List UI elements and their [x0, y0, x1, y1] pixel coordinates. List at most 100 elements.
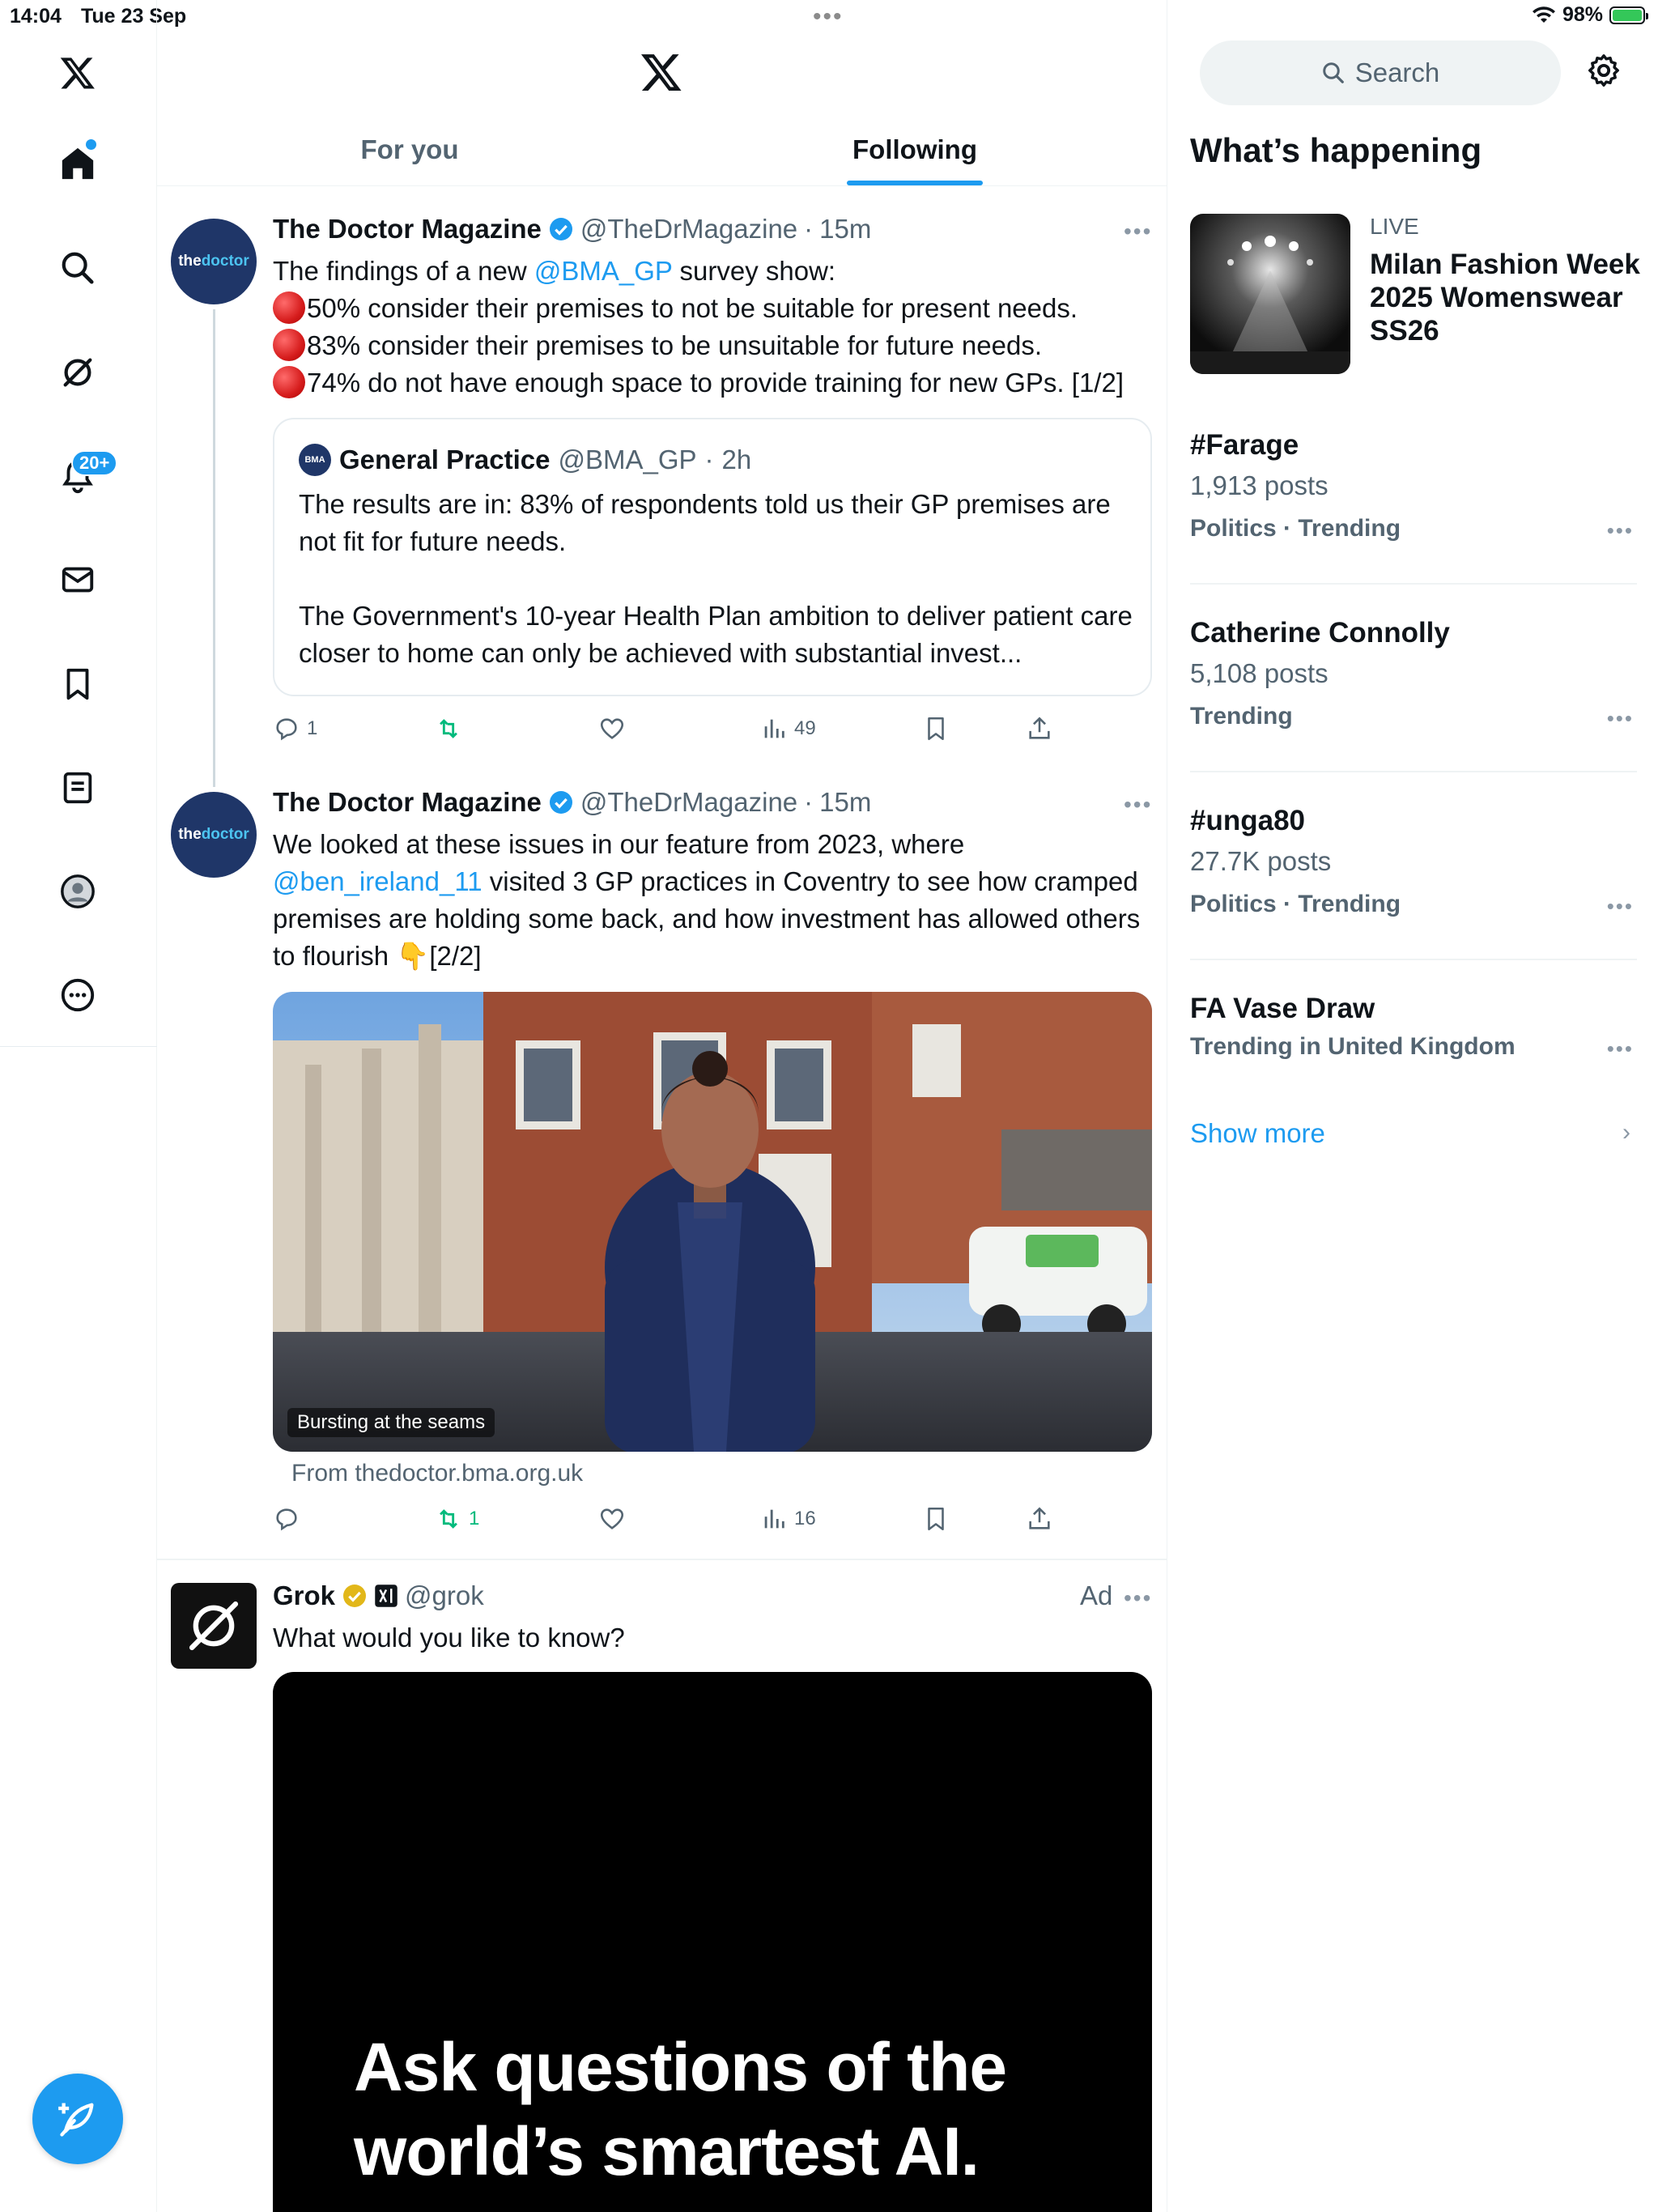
- left-navigation: 20+: [0, 0, 157, 2212]
- quote-header: BMA General Practice @BMA_GP · 2h: [299, 444, 751, 476]
- trend-more-icon[interactable]: •••: [1607, 1036, 1634, 1061]
- quote-text: The results are in: 83% of respondents t…: [299, 489, 1133, 668]
- trend-more-icon[interactable]: •••: [1607, 706, 1634, 731]
- trend-item[interactable]: #unga80 27.7K posts Politics · Trending …: [1190, 803, 1637, 925]
- live-event-thumbnail[interactable]: [1190, 214, 1350, 374]
- tweet-text: The findings of a new @BMA_GP survey sho…: [273, 256, 1124, 398]
- trend-item[interactable]: FA Vase Draw Trending in United Kingdom …: [1190, 991, 1637, 1067]
- author-name[interactable]: The Doctor Magazine: [273, 214, 542, 245]
- live-event-title[interactable]: Milan Fashion Week 2025 Womenswear SS26: [1370, 248, 1645, 347]
- trend-item[interactable]: #Farage 1,913 posts Politics · Trending …: [1190, 428, 1637, 549]
- grok-logo-icon: [189, 1601, 239, 1651]
- author-name[interactable]: Grok: [273, 1580, 335, 1611]
- quote-author-name: General Practice: [339, 445, 551, 474]
- tweet-separator: [157, 1559, 1167, 1560]
- quote-time: 2h: [721, 445, 752, 474]
- search-placeholder: Search: [1354, 57, 1440, 87]
- quoted-tweet[interactable]: BMA General Practice @BMA_GP · 2h The re…: [273, 418, 1152, 696]
- share-icon: [1029, 1507, 1050, 1529]
- notifications-badge: 20+: [71, 450, 118, 476]
- reply-button[interactable]: 1: [273, 715, 317, 742]
- trend-category: Politics · Trending: [1190, 891, 1401, 917]
- runway-image: [1190, 214, 1350, 374]
- tab-for-you[interactable]: For you: [157, 113, 662, 185]
- search-input[interactable]: Search: [1200, 40, 1561, 105]
- author-handle[interactable]: @TheDrMagazine: [580, 214, 797, 245]
- tweet-time: 15m: [819, 214, 872, 244]
- trend-post-count: 1,913 posts: [1190, 470, 1329, 500]
- tab-following[interactable]: Following: [662, 113, 1167, 185]
- trend-divider: [1190, 583, 1637, 585]
- profile-icon[interactable]: [57, 870, 99, 912]
- tweet-actions: 1 49: [273, 713, 1152, 745]
- battery-percent: 98%: [1562, 3, 1603, 26]
- bookmark-button[interactable]: [922, 1505, 950, 1533]
- repost-icon: [440, 719, 457, 738]
- nav-divider: [0, 1046, 157, 1047]
- bookmarks-icon[interactable]: [57, 663, 99, 705]
- compose-button[interactable]: [32, 2074, 123, 2164]
- author-handle[interactable]: @TheDrMagazine: [580, 787, 797, 818]
- avatar[interactable]: the doctor: [171, 792, 257, 878]
- like-button[interactable]: [598, 715, 626, 742]
- trend-more-icon[interactable]: •••: [1607, 518, 1634, 543]
- trend-category: Politics · Trending: [1190, 515, 1401, 542]
- share-button[interactable]: [1026, 1505, 1053, 1533]
- views-button[interactable]: 16: [760, 1505, 816, 1533]
- tweet-more-icon[interactable]: •••: [1124, 219, 1152, 245]
- whats-happening-title: What’s happening: [1190, 131, 1482, 169]
- share-button[interactable]: [1026, 715, 1053, 742]
- mention-link[interactable]: @ben_ireland_11: [273, 866, 483, 896]
- views-button[interactable]: 49: [760, 715, 816, 742]
- trend-title: Catherine Connolly: [1190, 617, 1450, 649]
- battery-icon: [1609, 6, 1648, 24]
- live-label: LIVE: [1370, 214, 1419, 239]
- reply-button[interactable]: [273, 1505, 300, 1533]
- search-icon[interactable]: [57, 247, 99, 289]
- author-name[interactable]: The Doctor Magazine: [273, 787, 542, 818]
- heart-icon: [600, 718, 624, 739]
- red-circle-emoji: [273, 329, 305, 361]
- mention-link[interactable]: @BMA_GP: [534, 256, 672, 286]
- red-circle-emoji: [273, 291, 305, 324]
- settings-button[interactable]: [1585, 52, 1622, 93]
- reply-icon: [276, 1508, 297, 1531]
- trend-item[interactable]: Catherine Connolly 5,108 posts Trending …: [1190, 615, 1637, 737]
- views-icon: [764, 1509, 784, 1529]
- avatar[interactable]: the doctor: [171, 219, 257, 304]
- link-source[interactable]: From thedoctor.bma.org.uk: [291, 1460, 583, 1487]
- lists-icon[interactable]: [57, 767, 99, 809]
- grok-icon[interactable]: [57, 351, 99, 393]
- tweet-actions: 1 16: [273, 1503, 1152, 1535]
- grok-avatar[interactable]: [171, 1583, 257, 1669]
- chevron-right-icon: ›: [1622, 1119, 1630, 1146]
- x-logo-icon[interactable]: [57, 52, 99, 94]
- repost-button[interactable]: [435, 715, 462, 742]
- ad-media-card[interactable]: Ask questions of the world’s smartest AI…: [273, 1672, 1152, 2212]
- more-icon[interactable]: [57, 974, 99, 1016]
- tweet-more-icon[interactable]: •••: [1124, 1585, 1152, 1611]
- trend-category: Trending: [1190, 703, 1293, 730]
- heart-icon: [600, 1508, 624, 1529]
- quote-author-handle: @BMA_GP: [558, 445, 697, 474]
- thread-line: [213, 309, 215, 787]
- like-button[interactable]: [598, 1505, 626, 1533]
- trend-post-count: 27.7K posts: [1190, 846, 1332, 876]
- bookmark-icon: [928, 1507, 944, 1531]
- tweet-text: What would you like to know?: [273, 1623, 625, 1653]
- trend-title: #unga80: [1190, 805, 1305, 836]
- tweet-header: The Doctor Magazine @TheDrMagazine · 15m: [273, 787, 872, 818]
- reply-icon: [276, 718, 297, 741]
- trend-title: FA Vase Draw: [1190, 993, 1375, 1024]
- messages-icon[interactable]: [57, 559, 99, 601]
- verified-badge-icon: [549, 218, 572, 240]
- verified-badge-icon: [549, 791, 572, 814]
- trend-more-icon[interactable]: •••: [1607, 894, 1634, 919]
- article-card-image[interactable]: Bursting at the seams: [273, 992, 1152, 1452]
- article-photo: [273, 992, 1152, 1452]
- show-more-link[interactable]: Show more: [1190, 1118, 1325, 1149]
- repost-button[interactable]: 1: [435, 1505, 479, 1533]
- author-handle[interactable]: @grok: [405, 1580, 484, 1611]
- tweet-more-icon[interactable]: •••: [1124, 792, 1152, 818]
- bookmark-button[interactable]: [922, 715, 950, 742]
